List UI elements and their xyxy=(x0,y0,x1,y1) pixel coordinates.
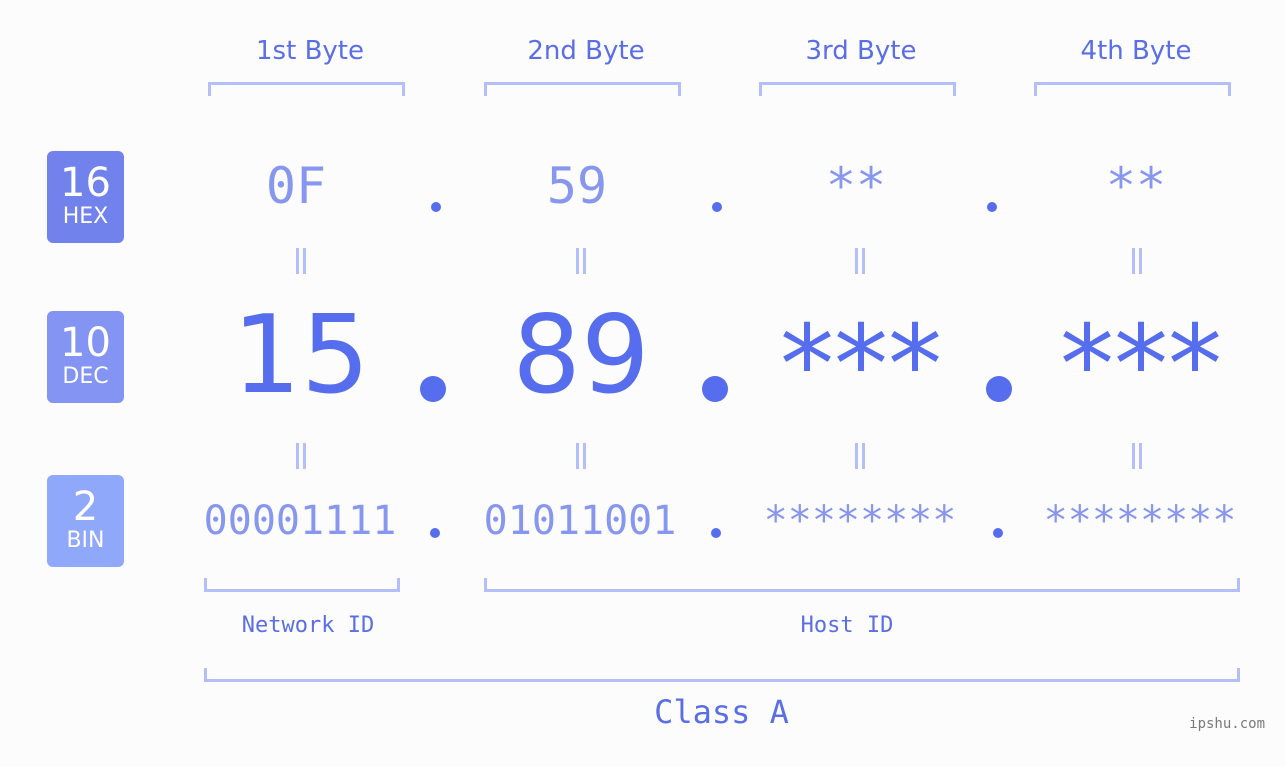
byte-header-4: 4th Byte xyxy=(1080,36,1192,66)
network-id-label: Network ID xyxy=(241,613,375,638)
hex-badge-number: 16 xyxy=(60,160,111,206)
dec-byte-1: 15 xyxy=(232,293,370,418)
byte-bracket-4 xyxy=(1034,82,1231,96)
byte-header-2: 2nd Byte xyxy=(527,36,645,66)
bin-dot-2 xyxy=(711,528,721,538)
dec-badge: 10 DEC xyxy=(47,311,124,403)
hex-badge-label: HEX xyxy=(62,204,109,229)
byte-bracket-1 xyxy=(208,82,405,96)
byte-bracket-3 xyxy=(759,82,956,96)
bin-badge-number: 2 xyxy=(72,484,99,530)
host-id-label: Host ID xyxy=(800,613,894,638)
hex-byte-4: ** xyxy=(1105,157,1167,215)
dec-byte-2: 89 xyxy=(512,293,650,418)
byte-header-3: 3rd Byte xyxy=(805,36,917,66)
dec-dot-2 xyxy=(702,376,728,402)
dec-byte-3: *** xyxy=(780,303,942,428)
dec-dot-3 xyxy=(986,376,1012,402)
hex-byte-3: ** xyxy=(825,157,887,215)
hex-dot-2 xyxy=(712,202,722,212)
bin-byte-3: ******** xyxy=(763,498,957,544)
watermark: ipshu.com xyxy=(1189,716,1265,732)
byte-header-1: 1st Byte xyxy=(256,36,364,66)
dec-byte-4: *** xyxy=(1060,303,1222,428)
host-id-bracket xyxy=(484,578,1240,592)
dec-badge-label: DEC xyxy=(62,364,109,389)
byte-bracket-2 xyxy=(484,82,681,96)
hex-dot-1 xyxy=(431,202,441,212)
class-bracket xyxy=(204,668,1240,682)
hex-byte-2: 59 xyxy=(546,157,608,215)
bin-byte-2: 01011001 xyxy=(483,498,677,544)
dec-dot-1 xyxy=(420,376,446,402)
bin-byte-4: ******** xyxy=(1043,498,1237,544)
bin-dot-1 xyxy=(430,528,440,538)
network-id-bracket xyxy=(204,578,400,592)
hex-badge: 16 HEX xyxy=(47,151,124,243)
class-label: Class A xyxy=(654,693,789,731)
hex-byte-1: 0F xyxy=(265,157,327,215)
bin-dot-3 xyxy=(993,528,1003,538)
bin-badge-label: BIN xyxy=(66,528,105,553)
bin-byte-1: 00001111 xyxy=(203,498,397,544)
bin-badge: 2 BIN xyxy=(47,475,124,567)
hex-dot-3 xyxy=(987,202,997,212)
dec-badge-number: 10 xyxy=(60,320,111,366)
